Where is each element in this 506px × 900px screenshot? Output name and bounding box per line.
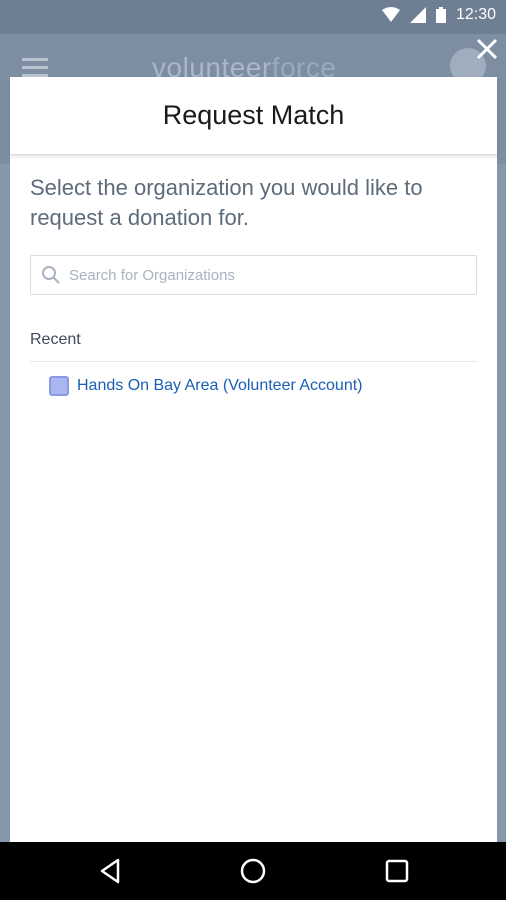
home-icon[interactable] (238, 856, 268, 886)
status-time: 12:30 (455, 6, 496, 23)
request-match-modal: Request Match Select the organization yo… (10, 77, 497, 842)
modal-header: Request Match (10, 77, 497, 155)
back-icon[interactable] (96, 856, 126, 886)
close-button[interactable] (470, 32, 504, 66)
wifi-icon (381, 7, 400, 22)
recent-org-label[interactable]: Hands On Bay Area (Volunteer Account) (77, 377, 363, 395)
close-icon (476, 38, 498, 60)
modal-title: Request Match (162, 100, 345, 130)
recents-icon[interactable] (382, 856, 412, 886)
battery-icon (435, 7, 446, 23)
modal-body: Select the organization you would like t… (10, 155, 497, 396)
search-box[interactable] (30, 255, 477, 295)
organization-icon (49, 376, 69, 396)
navigation-bar (0, 842, 506, 900)
instructions-text: Select the organization you would like t… (30, 175, 423, 230)
signal-icon (409, 7, 426, 23)
search-icon (42, 266, 60, 284)
status-bar: 12:30 (0, 0, 506, 34)
recent-section-label: Recent (30, 331, 477, 362)
recent-org-item[interactable]: Hands On Bay Area (Volunteer Account) (30, 376, 477, 396)
search-input[interactable] (31, 255, 476, 295)
